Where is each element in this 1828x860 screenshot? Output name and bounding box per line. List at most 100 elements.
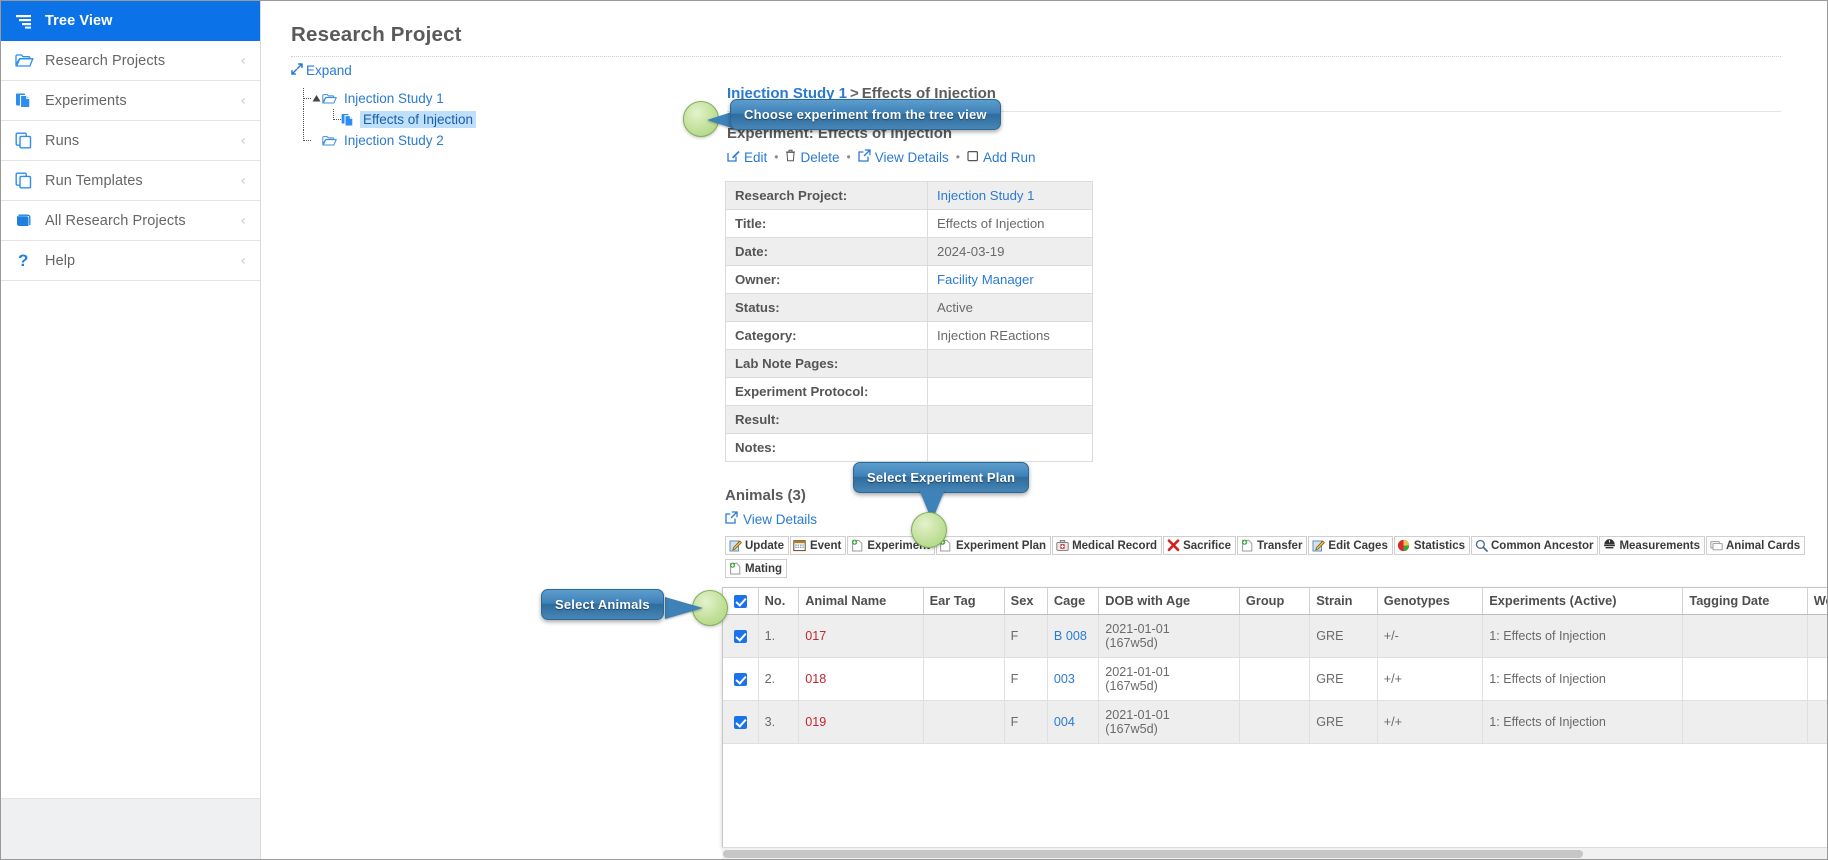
cell-animal-name: 017 [798, 614, 924, 658]
column-header-sex[interactable]: Sex [1004, 588, 1048, 615]
view-details-button[interactable]: View Details [858, 149, 949, 165]
measurements-button[interactable]: Measurements [1599, 536, 1705, 555]
detail-value: Active [927, 293, 1093, 322]
tree-node-label[interactable]: Injection Study 1 [341, 90, 447, 107]
expand-tree-button[interactable]: Expand [291, 63, 352, 78]
add-run-button[interactable]: Add Run [967, 150, 1036, 165]
experiment-icon [341, 113, 360, 127]
table-row: Owner: Facility Manager [725, 265, 1093, 294]
animals-view-details-button[interactable]: View Details [725, 511, 817, 527]
table-row: Status: Active [725, 293, 1093, 322]
table-row[interactable]: 2. 018 F 003 2021-01-01 (167w5d) GRE +/+ … [723, 657, 1827, 701]
sidebar-item-runs[interactable]: Runs ‹ [1, 121, 260, 161]
detail-key: Owner: [725, 265, 928, 294]
sidebar-item-all-research-projects[interactable]: All Research Projects ‹ [1, 201, 260, 241]
detail-key: Notes: [725, 433, 928, 462]
cell-tagging-date [1682, 700, 1808, 744]
chevron-left-icon: ‹ [240, 172, 246, 189]
documents-blue-icon [15, 92, 45, 109]
transfer-button[interactable]: Transfer [1237, 536, 1308, 555]
column-header-strain[interactable]: Strain [1309, 588, 1378, 615]
row-checkbox[interactable] [733, 672, 747, 686]
experiment-details-table: Research Project: Injection Study 1 Titl… [725, 181, 1093, 462]
sidebar-item-experiments[interactable]: Experiments ‹ [1, 81, 260, 121]
tree-guide [327, 109, 341, 130]
callout-target-dot [911, 512, 947, 548]
animals-grid-horizontal-scrollbar[interactable] [722, 847, 1827, 859]
event-label: Event [809, 539, 842, 552]
open-folder-icon [322, 93, 341, 105]
tree-toggle-placeholder [311, 135, 322, 146]
statistics-label: Statistics [1413, 539, 1465, 552]
research-project-link[interactable]: Injection Study 1 [937, 188, 1035, 203]
row-checkbox[interactable] [733, 629, 747, 643]
update-button[interactable]: Update [725, 536, 789, 555]
detail-value: 2024-03-19 [927, 237, 1093, 266]
delete-button[interactable]: Delete [785, 149, 840, 165]
column-header-dob[interactable]: DOB with Age [1098, 588, 1240, 615]
cage-link[interactable]: 004 [1054, 715, 1075, 729]
column-header-genotypes[interactable]: Genotypes [1377, 588, 1484, 615]
select-all-checkbox[interactable] [733, 595, 747, 609]
sidebar-item-run-templates[interactable]: Run Templates ‹ [1, 161, 260, 201]
select-all-header [723, 588, 759, 615]
row-checkbox[interactable] [733, 715, 747, 729]
tree-node-effects-of-injection[interactable]: Effects of Injection [297, 109, 477, 130]
column-header-tagging-date[interactable]: Tagging Date [1682, 588, 1808, 615]
column-header-ear-tag[interactable]: Ear Tag [923, 588, 1005, 615]
tree-guide [297, 130, 311, 151]
table-row: Result: [725, 405, 1093, 434]
tree-node-label[interactable]: Injection Study 2 [341, 132, 447, 149]
medical-record-button[interactable]: Medical Record [1052, 536, 1163, 555]
table-row[interactable]: 1. 017 F B 008 2021-01-01 (167w5d) GRE +/… [723, 614, 1827, 658]
scrollbar-thumb[interactable] [723, 850, 1583, 858]
column-header-no[interactable]: No. [758, 588, 800, 615]
open-folder-icon [322, 135, 341, 147]
tree-node-label[interactable]: Effects of Injection [360, 111, 477, 128]
sidebar-item-label: Tree View [45, 13, 113, 29]
animal-cards-button[interactable]: Animal Cards [1706, 536, 1806, 555]
sidebar-item-help[interactable]: ? Help ‹ [1, 241, 260, 281]
experiment-plan-button[interactable]: Experiment Plan [935, 536, 1052, 555]
column-header-animal-name[interactable]: Animal Name [798, 588, 924, 615]
book-icon [15, 214, 45, 228]
animal-name-link[interactable]: 019 [805, 715, 826, 729]
cell-cage: 004 [1047, 700, 1100, 744]
cage-link[interactable]: B 008 [1054, 629, 1087, 643]
square-outline-icon [967, 150, 979, 165]
cage-link[interactable]: 003 [1054, 672, 1075, 686]
sidebar-item-research-projects[interactable]: Research Projects ‹ [1, 41, 260, 81]
column-header-weaning-date[interactable]: Weaning Date [1807, 588, 1827, 615]
animals-grid-head: No. Animal Name Ear Tag Sex Cage DOB wit… [723, 588, 1827, 615]
common-ancestor-button[interactable]: Common Ancestor [1471, 536, 1599, 555]
first-aid-kit-icon [1055, 539, 1069, 553]
table-row[interactable]: 3. 019 F 004 2021-01-01 (167w5d) GRE +/+ … [723, 700, 1827, 744]
row-select-cell [723, 614, 759, 658]
edit-cages-button[interactable]: Edit Cages [1308, 536, 1393, 555]
owner-link[interactable]: Facility Manager [937, 272, 1034, 287]
cell-strain: GRE [1309, 657, 1378, 701]
sacrifice-button[interactable]: Sacrifice [1163, 536, 1237, 555]
detail-value [927, 405, 1093, 434]
event-button[interactable]: Event [789, 536, 847, 555]
external-link-icon [725, 511, 738, 527]
statistics-button[interactable]: Statistics [1393, 536, 1470, 555]
mating-button[interactable]: Mating [725, 559, 788, 578]
cell-no: 1. [758, 614, 800, 658]
tree-collapse-toggle[interactable] [311, 93, 322, 104]
detail-value: Injection Study 1 [927, 181, 1093, 210]
callout-text: Choose experiment from the tree view [730, 99, 1001, 130]
column-header-group[interactable]: Group [1239, 588, 1311, 615]
sidebar-item-tree-view[interactable]: Tree View [1, 1, 260, 41]
edit-button[interactable]: Edit [727, 149, 767, 165]
column-header-experiments[interactable]: Experiments (Active) [1482, 588, 1684, 615]
column-header-cage[interactable]: Cage [1047, 588, 1100, 615]
detail-key: Lab Note Pages: [725, 349, 928, 378]
dob-age: (167w5d) [1105, 678, 1158, 693]
table-row: Experiment Protocol: [725, 377, 1093, 406]
tree-node-injection-study-1[interactable]: Injection Study 1 [297, 88, 476, 109]
animal-name-link[interactable]: 018 [805, 672, 826, 686]
dob-age: (167w5d) [1105, 635, 1158, 650]
tree-node-injection-study-2[interactable]: Injection Study 2 [297, 130, 476, 151]
animal-name-link[interactable]: 017 [805, 629, 826, 643]
